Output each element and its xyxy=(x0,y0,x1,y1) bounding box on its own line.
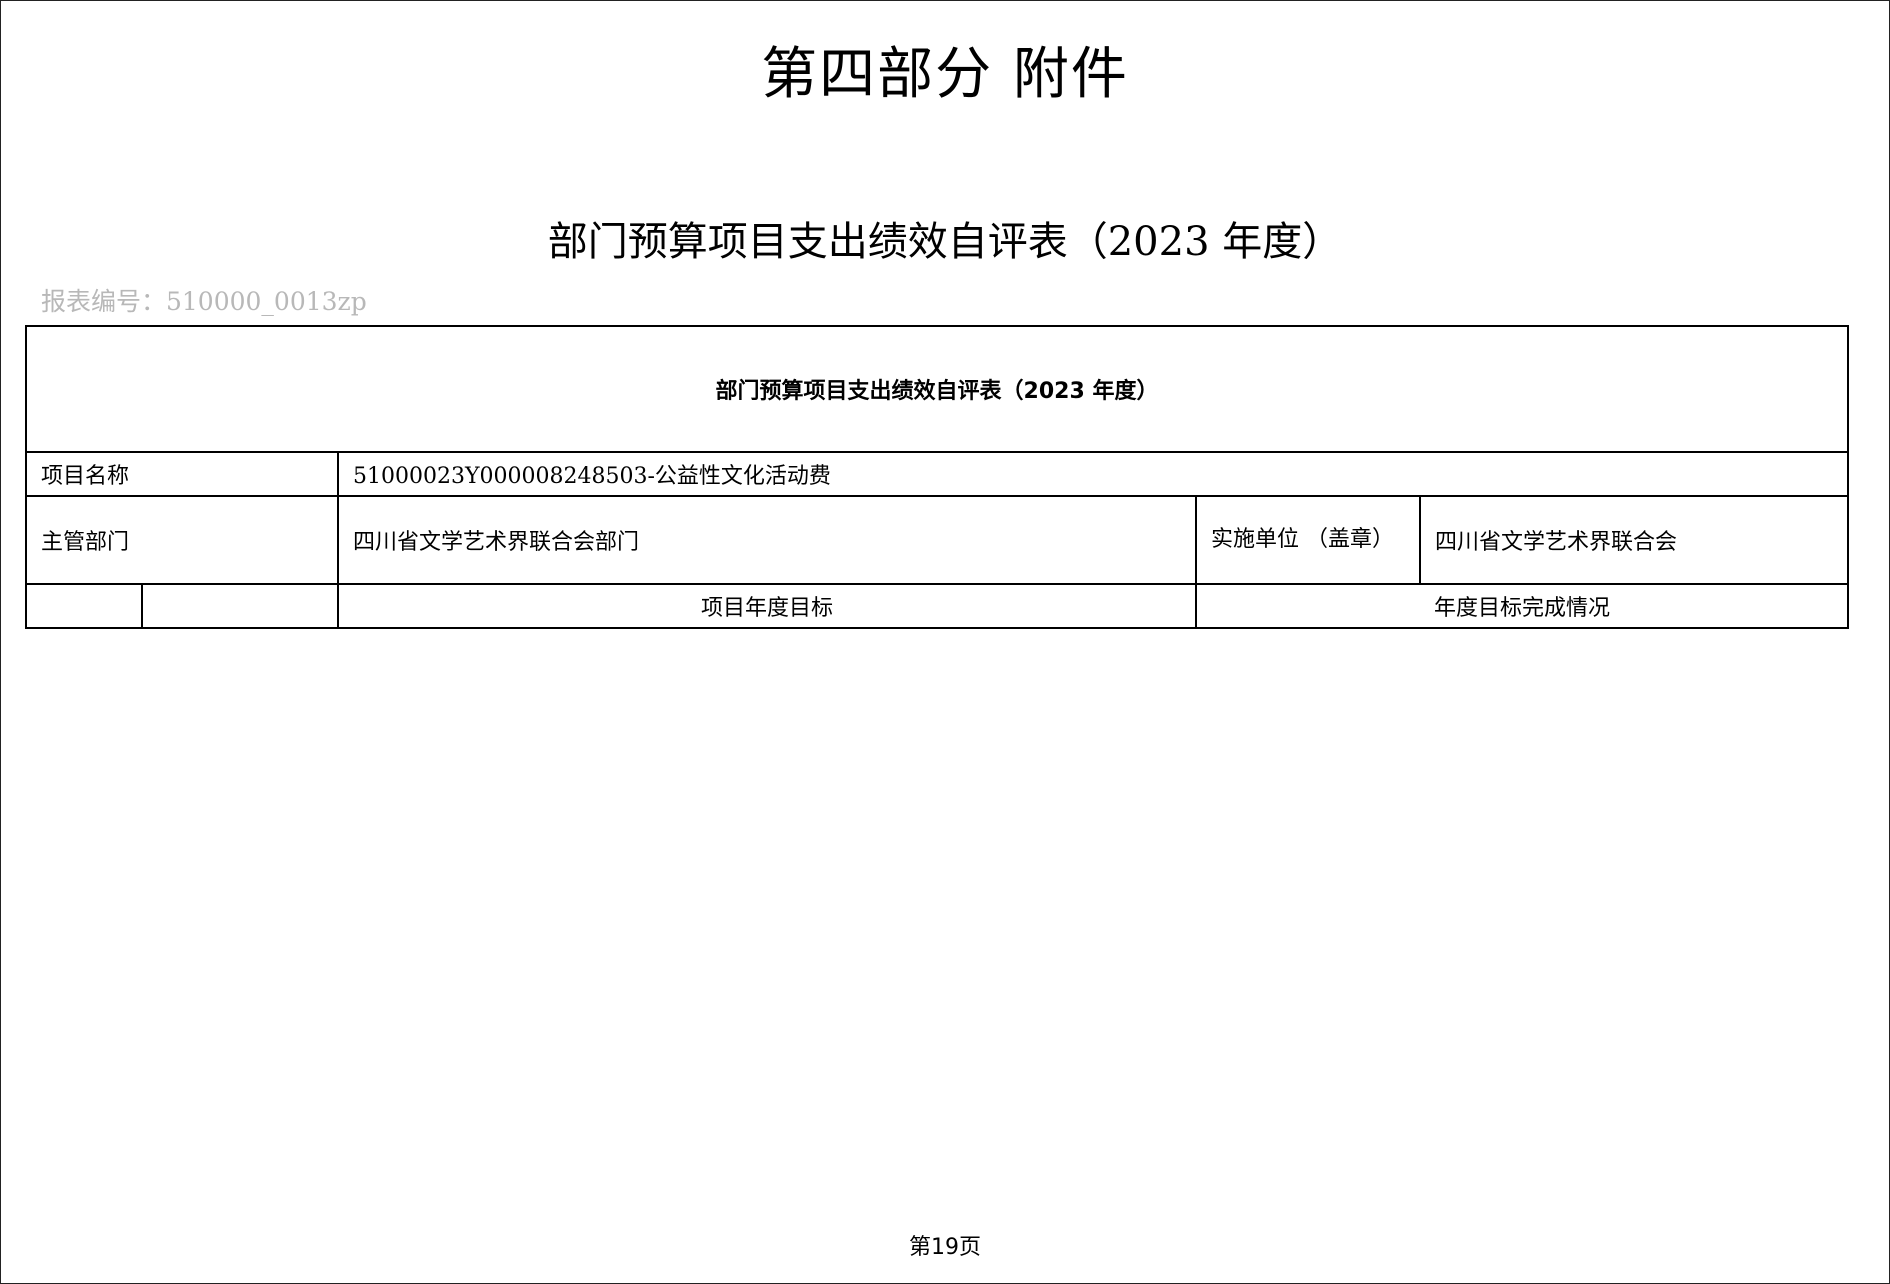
table-title: 部门预算项目支出绩效自评表（2023 年度） xyxy=(547,219,1343,265)
project-name-value: 51000023Y000008248503-公益性文化活动费 xyxy=(336,451,1850,497)
part-title: 第四部分 附件 xyxy=(761,42,1129,107)
empty-cell xyxy=(141,583,339,629)
goal-completion-header: 年度目标完成情况 xyxy=(1194,583,1850,629)
implementing-unit-label: 实施单位 （盖章） xyxy=(1195,495,1421,585)
report-number: 报表编号：510000_0013zp xyxy=(41,287,367,316)
annual-goal-header: 项目年度目标 xyxy=(337,583,1197,629)
document-page: 第四部分 附件 部门预算项目支出绩效自评表（2023 年度） 报表编号：5100… xyxy=(0,0,1890,1284)
department-label: 主管部门 xyxy=(25,495,339,585)
project-name-label: 项目名称 xyxy=(25,451,339,497)
empty-cell xyxy=(25,583,143,629)
form-heading: 部门预算项目支出绩效自评表（2023 年度） xyxy=(24,325,1850,453)
implementing-unit-value: 四川省文学艺术界联合会 xyxy=(1418,495,1850,585)
performance-self-evaluation-table: 部门预算项目支出绩效自评表（2023 年度） 项目名称 51000023Y000… xyxy=(24,325,1850,629)
department-value: 四川省文学艺术界联合会部门 xyxy=(337,495,1197,585)
page-number: 第19页 xyxy=(909,1235,981,1260)
